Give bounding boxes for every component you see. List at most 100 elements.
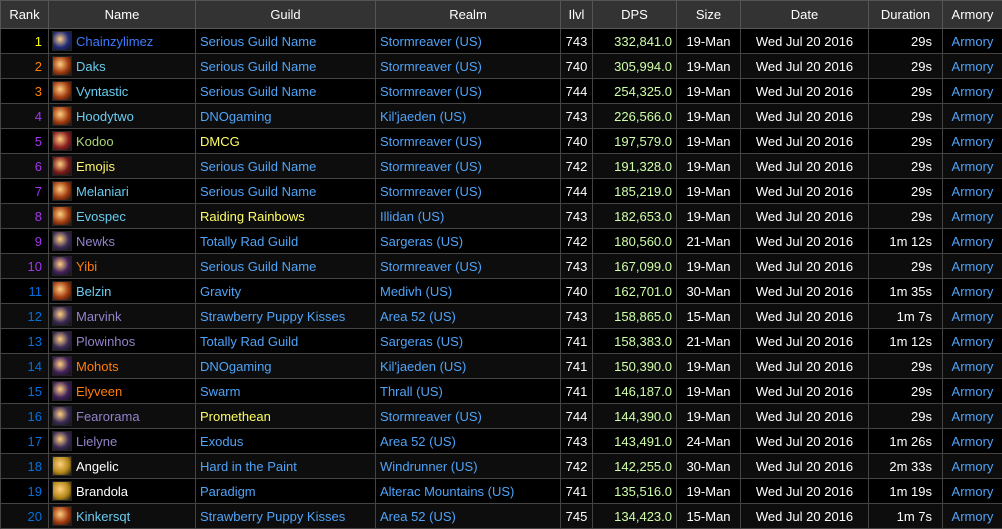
player-name-link[interactable]: Mohots bbox=[76, 359, 119, 374]
guild-name-link[interactable]: Strawberry Puppy Kisses bbox=[196, 504, 376, 529]
armory-link[interactable]: Armory bbox=[943, 404, 1002, 429]
realm-link[interactable]: Sargeras (US) bbox=[376, 329, 561, 354]
armory-link[interactable]: Armory bbox=[943, 179, 1002, 204]
armory-link[interactable]: Armory bbox=[943, 354, 1002, 379]
guild-name-link[interactable]: Paradigm bbox=[196, 479, 376, 504]
guild-name-link[interactable]: DNOgaming bbox=[196, 354, 376, 379]
guild-name-link[interactable]: Strawberry Puppy Kisses bbox=[196, 304, 376, 329]
realm-link[interactable]: Kil'jaeden (US) bbox=[376, 104, 561, 129]
armory-link[interactable]: Armory bbox=[943, 479, 1002, 504]
duration-cell: 1m 7s bbox=[869, 504, 943, 529]
realm-link[interactable]: Stormreaver (US) bbox=[376, 79, 561, 104]
guild-name-link[interactable]: Serious Guild Name bbox=[196, 54, 376, 79]
player-name-link[interactable]: Newks bbox=[76, 234, 115, 249]
armory-link[interactable]: Armory bbox=[943, 504, 1002, 529]
raid-size-cell: 19-Man bbox=[677, 354, 741, 379]
realm-link[interactable]: Sargeras (US) bbox=[376, 229, 561, 254]
guild-name-link[interactable]: Raiding Rainbows bbox=[196, 204, 376, 229]
player-name-link[interactable]: Angelic bbox=[76, 459, 119, 474]
realm-link[interactable]: Stormreaver (US) bbox=[376, 404, 561, 429]
realm-link[interactable]: Area 52 (US) bbox=[376, 304, 561, 329]
col-header-rank[interactable]: Rank bbox=[1, 1, 49, 29]
realm-link[interactable]: Area 52 (US) bbox=[376, 429, 561, 454]
rank-cell: 11 bbox=[1, 279, 49, 304]
armory-link[interactable]: Armory bbox=[943, 304, 1002, 329]
guild-name-link[interactable]: Serious Guild Name bbox=[196, 154, 376, 179]
armory-link[interactable]: Armory bbox=[943, 154, 1002, 179]
realm-link[interactable]: Alterac Mountains (US) bbox=[376, 479, 561, 504]
realm-link[interactable]: Stormreaver (US) bbox=[376, 154, 561, 179]
player-name-link[interactable]: Yibi bbox=[76, 259, 97, 274]
col-header-date[interactable]: Date bbox=[741, 1, 869, 29]
ilvl-cell: 744 bbox=[561, 404, 593, 429]
col-header-ilvl[interactable]: Ilvl bbox=[561, 1, 593, 29]
guild-name-link[interactable]: Serious Guild Name bbox=[196, 179, 376, 204]
armory-link[interactable]: Armory bbox=[943, 329, 1002, 354]
armory-link[interactable]: Armory bbox=[943, 279, 1002, 304]
realm-link[interactable]: Stormreaver (US) bbox=[376, 179, 561, 204]
armory-link[interactable]: Armory bbox=[943, 29, 1002, 54]
player-name-link[interactable]: Vyntastic bbox=[76, 84, 128, 99]
guild-name-link[interactable]: Totally Rad Guild bbox=[196, 329, 376, 354]
date-cell: Wed Jul 20 2016 bbox=[741, 54, 869, 79]
guild-name-link[interactable]: Serious Guild Name bbox=[196, 29, 376, 54]
fire-mage-icon bbox=[52, 281, 72, 301]
col-header-name[interactable]: Name bbox=[49, 1, 196, 29]
armory-link[interactable]: Armory bbox=[943, 129, 1002, 154]
realm-link[interactable]: Medivh (US) bbox=[376, 279, 561, 304]
col-header-size[interactable]: Size bbox=[677, 1, 741, 29]
armory-link[interactable]: Armory bbox=[943, 79, 1002, 104]
realm-link[interactable]: Area 52 (US) bbox=[376, 504, 561, 529]
rank-cell: 16 bbox=[1, 404, 49, 429]
guild-name-link[interactable]: Swarm bbox=[196, 379, 376, 404]
guild-name-link[interactable]: Totally Rad Guild bbox=[196, 229, 376, 254]
ilvl-cell: 743 bbox=[561, 29, 593, 54]
realm-link[interactable]: Illidan (US) bbox=[376, 204, 561, 229]
player-name-link[interactable]: Emojis bbox=[76, 159, 115, 174]
guild-name-link[interactable]: Promethean bbox=[196, 404, 376, 429]
armory-link[interactable]: Armory bbox=[943, 454, 1002, 479]
player-name-link[interactable]: Lielyne bbox=[76, 434, 117, 449]
player-name-link[interactable]: Brandola bbox=[76, 484, 128, 499]
player-name-link[interactable]: Belzin bbox=[76, 284, 111, 299]
player-name-link[interactable]: Kinkersqt bbox=[76, 509, 130, 524]
realm-link[interactable]: Thrall (US) bbox=[376, 379, 561, 404]
player-name-link[interactable]: Evospec bbox=[76, 209, 126, 224]
col-header-dps[interactable]: DPS bbox=[593, 1, 677, 29]
realm-link[interactable]: Stormreaver (US) bbox=[376, 129, 561, 154]
realm-link[interactable]: Stormreaver (US) bbox=[376, 54, 561, 79]
armory-link[interactable]: Armory bbox=[943, 104, 1002, 129]
player-name-link[interactable]: Marvink bbox=[76, 309, 122, 324]
table-row: 14MohotsDNOgamingKil'jaeden (US)741150,3… bbox=[1, 354, 1002, 379]
player-name-link[interactable]: Fearorama bbox=[76, 409, 140, 424]
player-name-link[interactable]: Elyveen bbox=[76, 384, 122, 399]
realm-link[interactable]: Kil'jaeden (US) bbox=[376, 354, 561, 379]
player-name-link[interactable]: Kodoo bbox=[76, 134, 114, 149]
guild-name-link[interactable]: Gravity bbox=[196, 279, 376, 304]
realm-link[interactable]: Windrunner (US) bbox=[376, 454, 561, 479]
player-name-link[interactable]: Daks bbox=[76, 59, 106, 74]
armory-link[interactable]: Armory bbox=[943, 429, 1002, 454]
realm-link[interactable]: Stormreaver (US) bbox=[376, 29, 561, 54]
player-name-link[interactable]: Plowinhos bbox=[76, 334, 135, 349]
col-header-armory[interactable]: Armory bbox=[943, 1, 1002, 29]
armory-link[interactable]: Armory bbox=[943, 229, 1002, 254]
col-header-duration[interactable]: Duration bbox=[869, 1, 943, 29]
guild-name-link[interactable]: DMCG bbox=[196, 129, 376, 154]
armory-link[interactable]: Armory bbox=[943, 204, 1002, 229]
guild-name-link[interactable]: Serious Guild Name bbox=[196, 79, 376, 104]
armory-link[interactable]: Armory bbox=[943, 54, 1002, 79]
player-name-link[interactable]: Chainzylimez bbox=[76, 34, 153, 49]
armory-link[interactable]: Armory bbox=[943, 254, 1002, 279]
guild-name-link[interactable]: Exodus bbox=[196, 429, 376, 454]
guild-name-link[interactable]: Serious Guild Name bbox=[196, 254, 376, 279]
player-name-link[interactable]: Hoodytwo bbox=[76, 109, 134, 124]
realm-link[interactable]: Stormreaver (US) bbox=[376, 254, 561, 279]
guild-name-link[interactable]: DNOgaming bbox=[196, 104, 376, 129]
armory-link[interactable]: Armory bbox=[943, 379, 1002, 404]
guild-name-link[interactable]: Hard in the Paint bbox=[196, 454, 376, 479]
player-name-link[interactable]: Melaniari bbox=[76, 184, 129, 199]
col-header-guild[interactable]: Guild bbox=[196, 1, 376, 29]
name-cell: Kinkersqt bbox=[49, 504, 196, 529]
col-header-realm[interactable]: Realm bbox=[376, 1, 561, 29]
